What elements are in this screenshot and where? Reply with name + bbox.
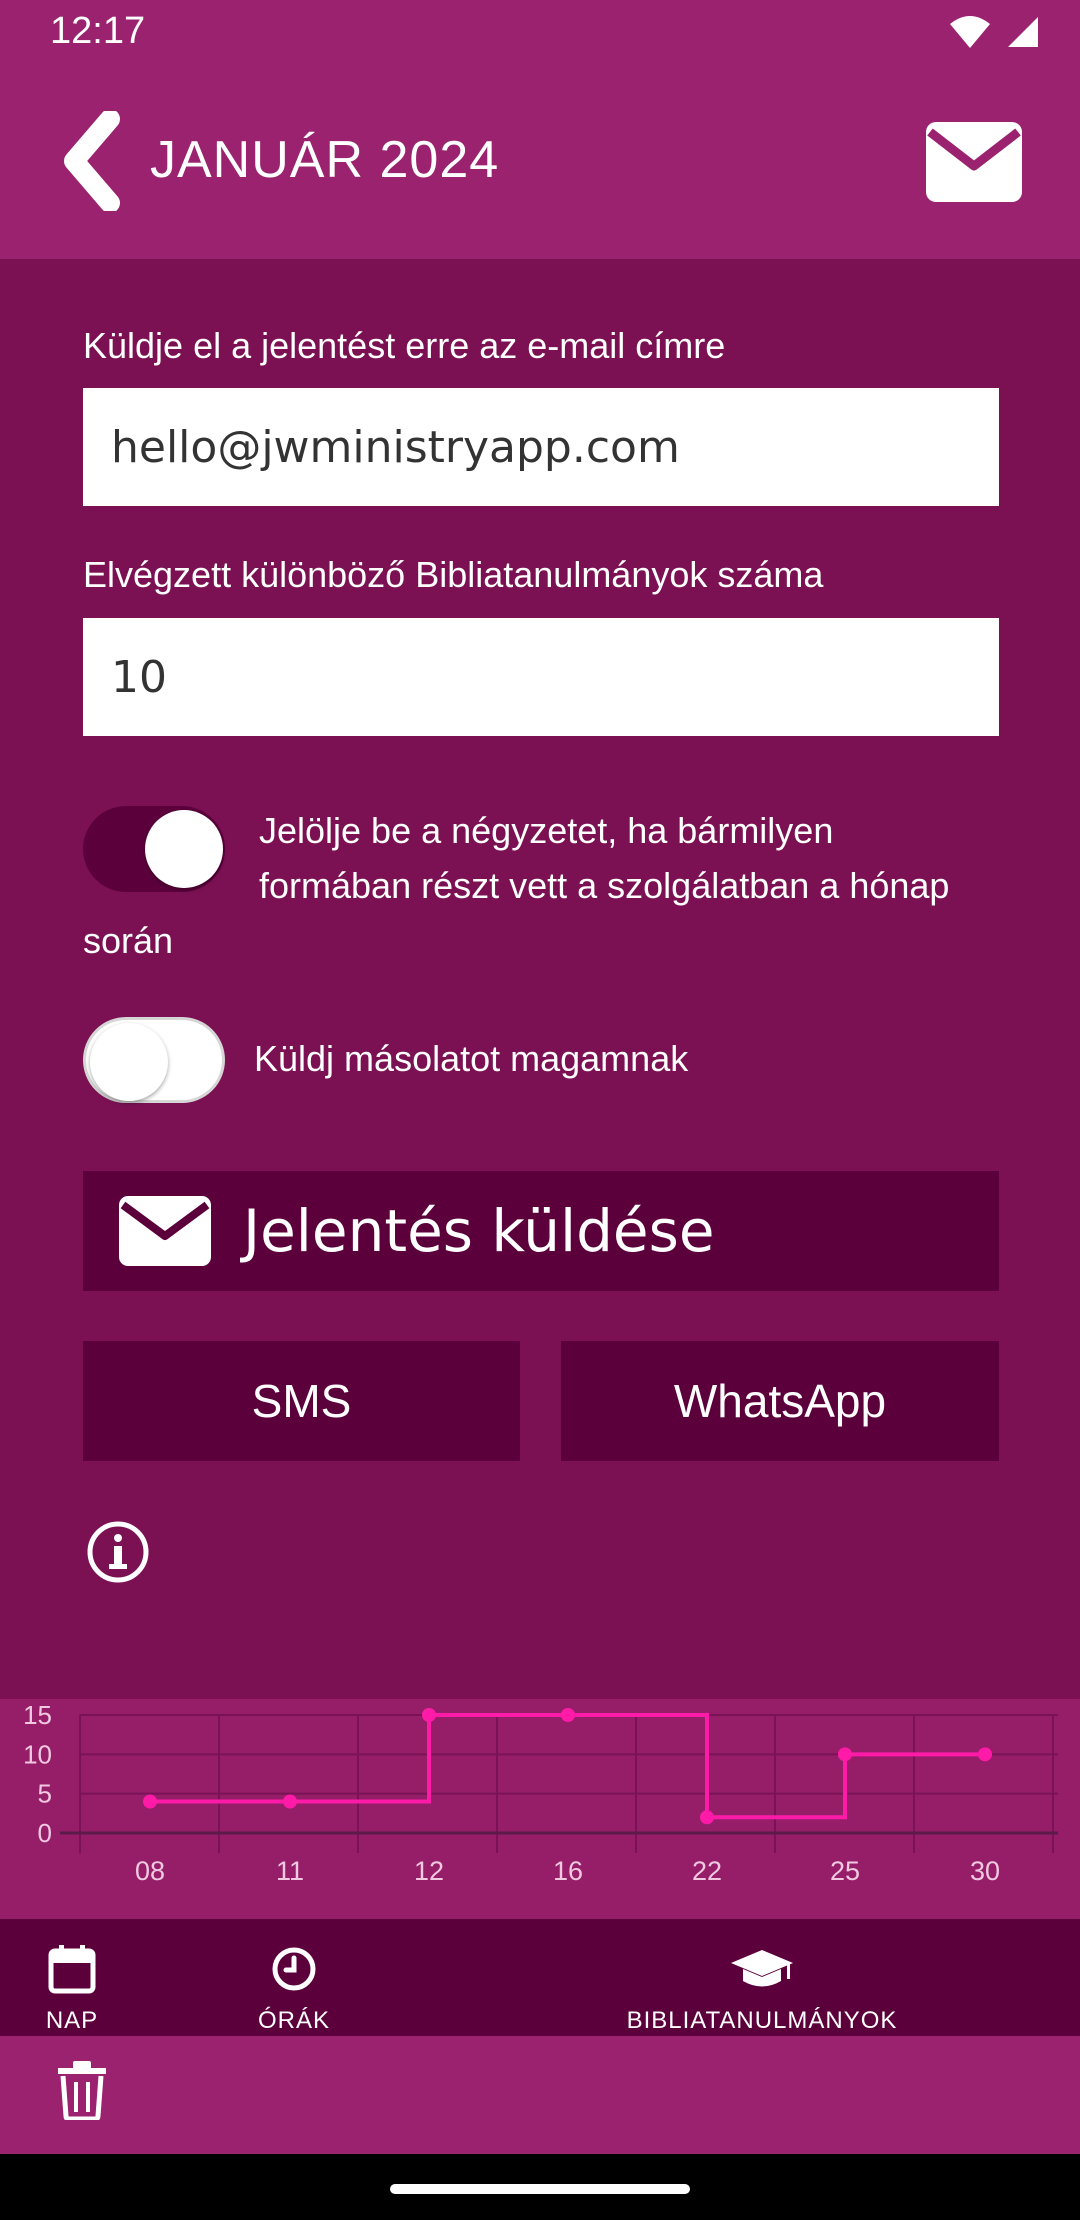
chart-x-tick-label: 08 [135,1856,165,1886]
email-field[interactable]: hello@jwministryapp.com [83,388,999,506]
toggle-knob [90,1023,168,1101]
nav-label-day: NAP [45,2007,99,2034]
info-icon[interactable] [86,1520,150,1584]
page-title: JANUÁR 2024 [150,131,500,189]
app-bar: JANUÁR 2024 [0,66,1080,259]
send-copy-toggle[interactable] [83,1017,225,1103]
nav-label-bible-studies: BIBLIATANULMÁNYOK [626,2007,898,2034]
back-button[interactable] [52,106,132,216]
signal-icon [1008,17,1038,47]
toggle-knob [145,810,223,888]
chart-y-tick-label: 10 [23,1739,52,1769]
send-report-button[interactable]: Jelentés küldése [83,1171,999,1291]
chart-point [700,1810,714,1825]
whatsapp-button[interactable]: WhatsApp [561,1341,999,1461]
status-icons [948,14,1040,50]
studies-count-field[interactable]: 10 [83,618,999,736]
chart-x-tick-label: 16 [553,1856,583,1886]
chart-y-tick-label: 0 [38,1818,52,1848]
participation-label-line2: formában részt vett a szolgálatban a hón… [259,865,950,906]
nav-item-bible-studies[interactable]: BIBLIATANULMÁNYOK [612,1919,912,2036]
chart-point [838,1747,852,1762]
studies-label: Elvégzett különböző Bibliatanulmányok sz… [83,554,824,595]
wifi-icon [950,16,990,48]
chart-x-tick-label: 30 [970,1856,1000,1886]
trash-icon[interactable] [56,2060,108,2120]
mail-icon [119,1196,211,1266]
bottom-navigation: NAP ÓRÁK BIBLIATANULMÁNYOK [0,1919,1080,2036]
chart-x-tick-label: 25 [830,1856,860,1886]
status-bar: 12:17 [0,0,1080,66]
chart-series-line [150,1713,985,1820]
calendar-icon [48,1945,96,1994]
chart-x-tick-label: 22 [692,1856,722,1886]
chart-y-tick-label: 5 [38,1779,52,1809]
home-gesture-handle[interactable] [390,2184,690,2194]
chart-point [283,1794,297,1809]
mail-icon[interactable] [926,122,1022,202]
email-label: Küldje el a jelentést erre az e-mail cím… [83,325,726,366]
participation-label-line1: Jelölje be a négyzetet, ha bármilyen [259,810,834,851]
chart-x-tick-label: 11 [276,1856,304,1886]
bottom-toolbar [0,2036,1080,2154]
chart-point [978,1747,992,1762]
chart-point [422,1708,436,1722]
sms-button[interactable]: SMS [83,1341,520,1461]
participation-label-line3: során [83,920,174,961]
chart-y-tick-label: 15 [23,1700,52,1730]
studies-chart: 15 10 5 0 08 11 12 16 22 25 30 [0,1699,1080,1919]
chevron-left-icon [64,111,120,211]
chart-x-tick-label: 12 [414,1856,444,1886]
chart-point [561,1708,575,1722]
system-navigation-bar [0,2154,1080,2220]
send-report-label: Jelentés küldése [243,1197,715,1265]
nav-item-day[interactable]: NAP [32,1919,112,2036]
participation-toggle[interactable] [83,806,225,892]
graduation-cap-icon [731,1950,793,1987]
clock-icon [272,1947,316,1991]
send-copy-label: Küldj másolatot magamnak [254,1038,689,1079]
status-time: 12:17 [50,10,146,52]
nav-label-hours: ÓRÁK [257,2007,330,2034]
chart-svg: 15 10 5 0 08 11 12 16 22 25 30 [23,1700,1058,1886]
chart-point [143,1794,157,1809]
nav-item-hours[interactable]: ÓRÁK [244,1919,344,2036]
